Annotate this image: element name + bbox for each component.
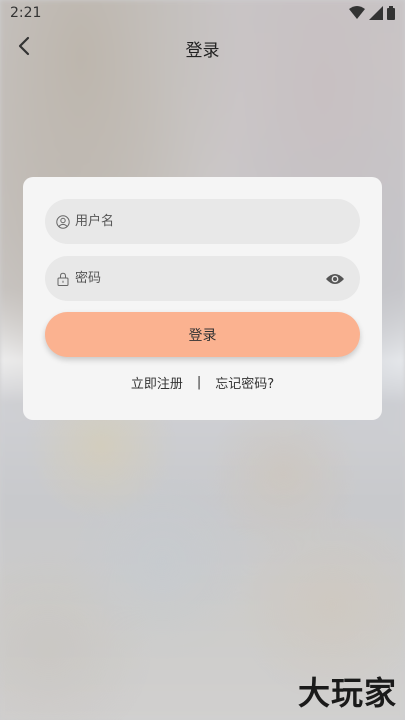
password-input[interactable] (75, 256, 360, 301)
signal-icon (369, 6, 383, 20)
eye-icon[interactable] (324, 268, 346, 290)
login-button[interactable]: 登录 (45, 312, 360, 357)
chevron-left-icon (17, 36, 31, 60)
user-icon (55, 214, 71, 230)
login-card: 登录 立即注册 | 忘记密码? (23, 177, 382, 420)
back-button[interactable] (10, 34, 38, 62)
lock-icon (55, 271, 71, 287)
register-link[interactable]: 立即注册 (131, 373, 183, 392)
username-field[interactable] (45, 199, 360, 244)
battery-icon (387, 6, 395, 20)
status-time: 2:21 (10, 5, 42, 21)
status-icons (349, 6, 395, 20)
status-bar: 2:21 (0, 0, 405, 26)
username-input[interactable] (75, 199, 360, 244)
auth-links: 立即注册 | 忘记密码? (23, 373, 382, 392)
forgot-password-link[interactable]: 忘记密码? (215, 373, 274, 392)
link-separator: | (196, 375, 202, 390)
password-field[interactable] (45, 256, 360, 301)
page-title: 登录 (185, 40, 220, 61)
wifi-icon (349, 6, 365, 20)
watermark: 大玩家 (297, 674, 397, 712)
nav-bar: 登录 (0, 28, 405, 68)
